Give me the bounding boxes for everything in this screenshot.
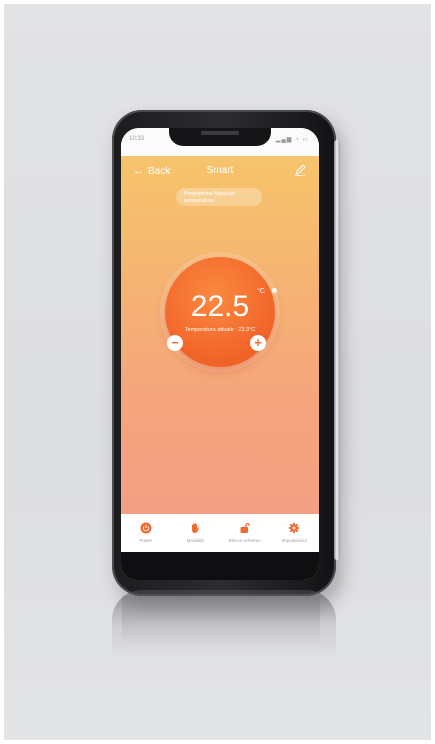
temperature-unit: °C [257,288,265,295]
status-time: 10:33 [129,136,145,142]
nav-label-settings: Impostazioni [281,538,307,543]
setpoint-temperature: 22.5 [190,290,250,323]
home-bar-area [121,552,319,580]
notch [169,128,271,146]
nav-item-settings[interactable]: Impostazioni [271,522,317,543]
page-title: Smart [206,165,234,176]
gear-icon [289,522,300,534]
nav-label-power: Power [139,538,153,543]
nav-item-power[interactable]: Power [123,522,169,543]
decrease-temperature-button[interactable]: − [167,335,183,351]
program-mode-line2: temperature [184,197,214,204]
phone-screen: 10:33 ▂▄▆ ◔ ▭ ← Back Smart Programma Man… [121,128,319,580]
edit-icon[interactable] [293,163,307,177]
lock-icon [240,522,250,533]
top-bar: ← Back Smart [121,158,319,182]
status-icons: ▂▄▆ ◔ ▭ [275,137,309,143]
power-icon [140,522,152,534]
nav-item-screen-lock[interactable]: Blocco schermo [222,522,268,543]
increase-temperature-button[interactable]: + [250,335,266,351]
nav-label-screen-lock: Blocco schermo [228,538,261,543]
speaker-grille [201,131,239,135]
screen-reflection [122,596,320,646]
phone-side-frame [334,140,340,560]
nav-label-mode: Modalità [186,538,204,543]
bottom-nav: Power Modalità Blocco schermo Impostazio… [121,514,319,552]
nav-item-mode[interactable]: Modalità [172,522,218,543]
program-mode-pill[interactable]: Programma Manuale temperature [176,188,262,206]
hand-icon [192,523,200,533]
current-temperature-label: Temperatura attuale : 23.3°C [184,327,256,333]
